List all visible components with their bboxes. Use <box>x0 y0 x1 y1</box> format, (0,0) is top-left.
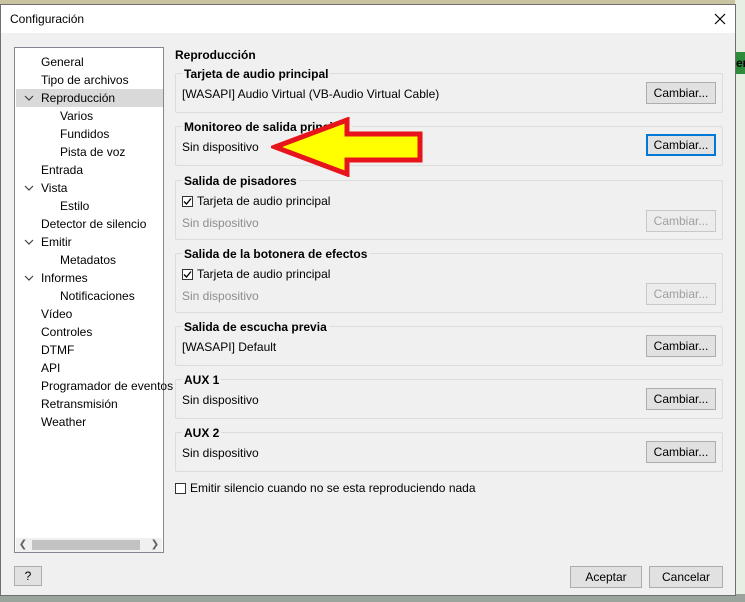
tree-item-label: Fundidos <box>60 127 110 141</box>
emit-silence-label: Emitir silencio cuando no se esta reprod… <box>190 481 476 495</box>
section-title: Reproducción <box>175 48 256 62</box>
change-device-button[interactable]: Cambiar... <box>646 210 716 232</box>
tree-item[interactable]: Pista de voz <box>16 143 163 161</box>
tree-item[interactable]: DTMF <box>16 341 163 359</box>
change-device-button[interactable]: Cambiar... <box>646 335 716 357</box>
tree-item-label: Estilo <box>60 199 90 213</box>
tree-item[interactable]: Programador de eventos <box>16 377 173 395</box>
checkbox-label: Tarjeta de audio principal <box>197 194 331 208</box>
tree-item-label: API <box>41 361 61 375</box>
tree-item-label: Emitir <box>41 235 72 249</box>
tree-item[interactable]: Estilo <box>16 197 163 215</box>
device-name: [WASAPI] Audio Virtual (VB-Audio Virtual… <box>182 87 440 101</box>
settings-dialog: Configuración General Tipo de archivos Rep… <box>0 4 736 596</box>
arrow-annotation-icon <box>271 117 423 177</box>
title-bar: Configuración <box>1 5 735 33</box>
tree-item[interactable]: Notificaciones <box>16 287 163 305</box>
scroll-left-icon[interactable]: ❮ <box>16 538 30 552</box>
chevron-down-icon[interactable] <box>24 269 34 287</box>
change-device-button[interactable]: Cambiar... <box>646 82 716 104</box>
checkbox-unchecked-icon <box>175 483 186 494</box>
output-group: Salida de escucha previa [WASAPI] Default… <box>175 320 723 366</box>
tree-horizontal-scrollbar[interactable]: ❮ ❯ <box>16 538 162 552</box>
change-device-button[interactable]: Cambiar... <box>646 134 716 156</box>
tree-item[interactable]: Weather <box>16 413 163 431</box>
window-title: Configuración <box>10 12 85 26</box>
group-title: Salida de escucha previa <box>182 320 329 334</box>
checkbox-checked-icon <box>182 196 193 207</box>
chevron-down-icon[interactable] <box>24 89 34 107</box>
group-title: Tarjeta de audio principal <box>182 67 331 81</box>
tree-item-label: Weather <box>41 415 87 429</box>
background-app-label: en <box>736 52 745 74</box>
chevron-down-icon[interactable] <box>24 233 34 251</box>
tree-item[interactable]: Retransmisión <box>16 395 163 413</box>
tree-item-label: Vídeo <box>41 307 73 321</box>
device-name: Sin dispositivo <box>182 446 259 460</box>
tree-item-label: Informes <box>41 271 88 285</box>
checkbox-label: Tarjeta de audio principal <box>197 267 331 281</box>
output-group: AUX 1 Sin dispositivo Cambiar... <box>175 373 723 419</box>
tree-item[interactable]: Varios <box>16 107 163 125</box>
device-name: Sin dispositivo <box>182 140 259 154</box>
tree-item[interactable]: Detector de silencio <box>16 215 163 233</box>
tree-item-label: Controles <box>41 325 93 339</box>
change-device-button[interactable]: Cambiar... <box>646 283 716 305</box>
tree-item[interactable]: Informes <box>16 269 163 287</box>
tree-item[interactable]: Vista <box>16 179 163 197</box>
tree-item-label: Pista de voz <box>60 145 126 159</box>
device-name: Sin dispositivo <box>182 289 259 303</box>
tree-item-label: Detector de silencio <box>41 217 147 231</box>
tree-item[interactable]: Tipo de archivos <box>16 71 163 89</box>
output-group: Salida de pisadores Tarjeta de audio prin… <box>175 174 723 240</box>
close-icon <box>714 13 726 25</box>
tree-item[interactable]: Controles <box>16 323 163 341</box>
tree-item-label: Metadatos <box>60 253 117 267</box>
tree-item-label: Varios <box>60 109 94 123</box>
change-device-button[interactable]: Cambiar... <box>646 441 716 463</box>
group-title: AUX 1 <box>182 373 222 387</box>
change-device-button[interactable]: Cambiar... <box>646 388 716 410</box>
group-title: Salida de la botonera de efectos <box>182 247 370 261</box>
output-group: Tarjeta de audio principal [WASAPI] Audio… <box>175 67 723 113</box>
tree-item-label: Tipo de archivos <box>41 73 129 87</box>
chevron-down-icon[interactable] <box>24 179 34 197</box>
tree-item[interactable]: API <box>16 359 163 377</box>
tree-item[interactable]: Entrada <box>16 161 163 179</box>
close-button[interactable] <box>705 8 735 30</box>
tree-item-label: Programador de eventos <box>41 379 174 393</box>
settings-tree: General Tipo de archivos Reproducción Vario… <box>14 47 173 553</box>
tree-item[interactable]: Vídeo <box>16 305 163 323</box>
background-app-edge <box>735 0 745 602</box>
scroll-right-icon[interactable]: ❯ <box>148 538 162 552</box>
group-title: AUX 2 <box>182 426 222 440</box>
device-name: Sin dispositivo <box>182 393 259 407</box>
cancel-button[interactable]: Cancelar <box>649 566 723 588</box>
tree-item-label: General <box>41 55 84 69</box>
tree-item[interactable]: Fundidos <box>16 125 163 143</box>
device-name: [WASAPI] Default <box>182 340 277 354</box>
tree-item[interactable]: General <box>16 53 163 71</box>
tree-item[interactable]: Reproducción <box>16 89 163 107</box>
tree-item-label: DTMF <box>41 343 75 357</box>
scrollbar-thumb[interactable] <box>32 540 140 550</box>
tree-item-label: Reproducción <box>41 91 116 105</box>
use-main-card-checkbox[interactable]: Tarjeta de audio principal <box>182 267 330 281</box>
tree-item[interactable]: Metadatos <box>16 251 163 269</box>
tree-item[interactable]: Emitir <box>16 233 163 251</box>
tree-item-label: Vista <box>41 181 68 195</box>
tree-item-label: Retransmisión <box>41 397 118 411</box>
checkbox-checked-icon <box>182 269 193 280</box>
output-group: Salida de la botonera de efectos Tarjeta … <box>175 247 723 313</box>
accept-button[interactable]: Aceptar <box>570 566 642 588</box>
use-main-card-checkbox[interactable]: Tarjeta de audio principal <box>182 194 330 208</box>
tree-item-label: Notificaciones <box>60 289 135 303</box>
output-group: Monitoreo de salida principal Sin disposi… <box>175 120 723 166</box>
tree-item-label: Entrada <box>41 163 84 177</box>
emit-silence-checkbox[interactable]: Emitir silencio cuando no se esta reprod… <box>175 481 476 495</box>
help-button[interactable]: ? <box>14 566 42 586</box>
output-group: AUX 2 Sin dispositivo Cambiar... <box>175 426 723 472</box>
device-name: Sin dispositivo <box>182 216 259 230</box>
